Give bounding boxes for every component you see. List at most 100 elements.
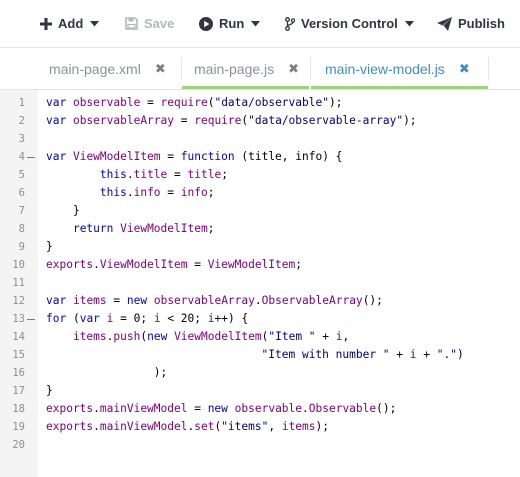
identifier-token: ObservableArray (261, 294, 363, 307)
code-token: } (46, 240, 53, 253)
tab-main-view-model-js[interactable]: main-view-model.js ✖ (325, 48, 470, 89)
add-button[interactable]: Add (40, 0, 100, 47)
line-number: 15 (12, 349, 25, 361)
line-number: 14 (12, 331, 25, 343)
code-token: ; (221, 168, 228, 181)
line-number: 11 (12, 277, 25, 289)
run-button[interactable]: Run (199, 0, 261, 47)
fold-marker-icon[interactable] (27, 157, 35, 158)
line-number: 5 (18, 169, 25, 181)
code-token: = (187, 402, 208, 415)
string-token: "data/observable-array" (248, 114, 404, 127)
code-token: . (93, 258, 100, 271)
close-icon[interactable]: ✖ (155, 61, 166, 77)
string-token: "." (436, 348, 457, 361)
code-line: ); (46, 364, 167, 382)
identifier-token: set (194, 420, 215, 433)
line-number: 13 (12, 313, 25, 325)
chevron-down-icon (251, 20, 261, 26)
save-button[interactable]: Save (125, 0, 174, 47)
code-token: ++) { (214, 312, 249, 325)
string-token: "items" (221, 420, 269, 433)
code-token: (title, info) { (234, 150, 343, 163)
code-token: ; (207, 222, 215, 235)
identifier-token: require (194, 114, 242, 127)
chevron-down-icon (90, 20, 100, 26)
tab-label: main-page.xml (49, 60, 141, 77)
code-line: } (46, 202, 80, 220)
keyword-token: return (72, 222, 114, 235)
code-token: = 0; (113, 312, 154, 325)
code-token: = (174, 114, 195, 127)
code-token: ); (315, 420, 329, 433)
tab-main-page-xml[interactable]: main-page.xml ✖ (49, 48, 166, 89)
identifier-token: ViewModelItem (99, 258, 188, 271)
close-icon[interactable]: ✖ (459, 61, 470, 77)
paper-plane-icon (437, 16, 452, 31)
identifier-token: i (409, 348, 417, 361)
code-editor[interactable]: 1 2 3 4 5 6 7 8 9 10 11 12 13 14 15 16 17 18 19 20 var obse… (0, 90, 520, 477)
identifier-token: items (281, 420, 316, 433)
keyword-token: var (46, 96, 67, 109)
code-line: exports.mainViewModel.set("items", items… (46, 418, 329, 436)
keyword-token: this (99, 186, 127, 199)
code-token: , (342, 330, 350, 343)
code-token: < 20; (160, 312, 208, 325)
code-token: ) (456, 348, 464, 361)
identifier-token: exports (46, 402, 94, 415)
code-token: (); (376, 402, 397, 415)
string-token: "Item " (268, 330, 316, 343)
line-number: 20 (12, 439, 25, 451)
keyword-token: new (126, 294, 148, 307)
close-icon[interactable]: ✖ (288, 61, 299, 77)
code-line: return ViewModelItem; (46, 220, 214, 238)
version-control-button[interactable]: Version Control (285, 0, 414, 47)
code-line: items.push(new ViewModelItem("Item " + i… (46, 328, 349, 346)
line-number: 8 (18, 223, 25, 235)
fold-marker-icon[interactable] (27, 319, 35, 320)
identifier-token: mainViewModel (99, 420, 188, 433)
identifier-token: info (180, 186, 208, 199)
string-token: "data/observable" (214, 96, 329, 109)
code-token: } (46, 384, 53, 397)
publish-button[interactable]: Publish (437, 0, 505, 47)
keyword-token: this (99, 168, 127, 181)
code-token: . (93, 420, 100, 433)
code-token: ; (207, 186, 215, 199)
code-line: exports.ViewModelItem = ViewModelItem; (46, 256, 302, 274)
code-token: + (315, 330, 336, 343)
line-number: 19 (12, 421, 25, 433)
code-line: } (46, 238, 53, 256)
code-token: . (254, 294, 262, 307)
code-line: var observableArray = require("data/obse… (46, 112, 417, 130)
identifier-token: observable (234, 402, 303, 415)
tab-main-page-js[interactable]: main-page.js ✖ (194, 48, 299, 89)
code-token: ); (46, 366, 168, 379)
identifier-token: title (133, 168, 168, 181)
code-token: = (160, 150, 181, 163)
run-label: Run (219, 16, 245, 31)
code-token: + (416, 348, 437, 361)
identifier-token: Observable (308, 402, 377, 415)
identifier-token: items (72, 330, 107, 343)
keyword-token: var (46, 114, 67, 127)
keyword-token: new (207, 402, 228, 415)
line-number: 17 (12, 385, 25, 397)
identifier-token: i (335, 330, 343, 343)
code-token: . (126, 168, 134, 181)
code-line: "Item with number " + i + ".") (46, 346, 464, 364)
code-token: ); (328, 96, 343, 109)
publish-label: Publish (458, 16, 505, 31)
tab-divider (181, 57, 182, 80)
identifier-token: require (160, 96, 208, 109)
code-token: = (106, 294, 127, 307)
tab-divider (488, 57, 489, 80)
line-number: 9 (18, 241, 25, 253)
